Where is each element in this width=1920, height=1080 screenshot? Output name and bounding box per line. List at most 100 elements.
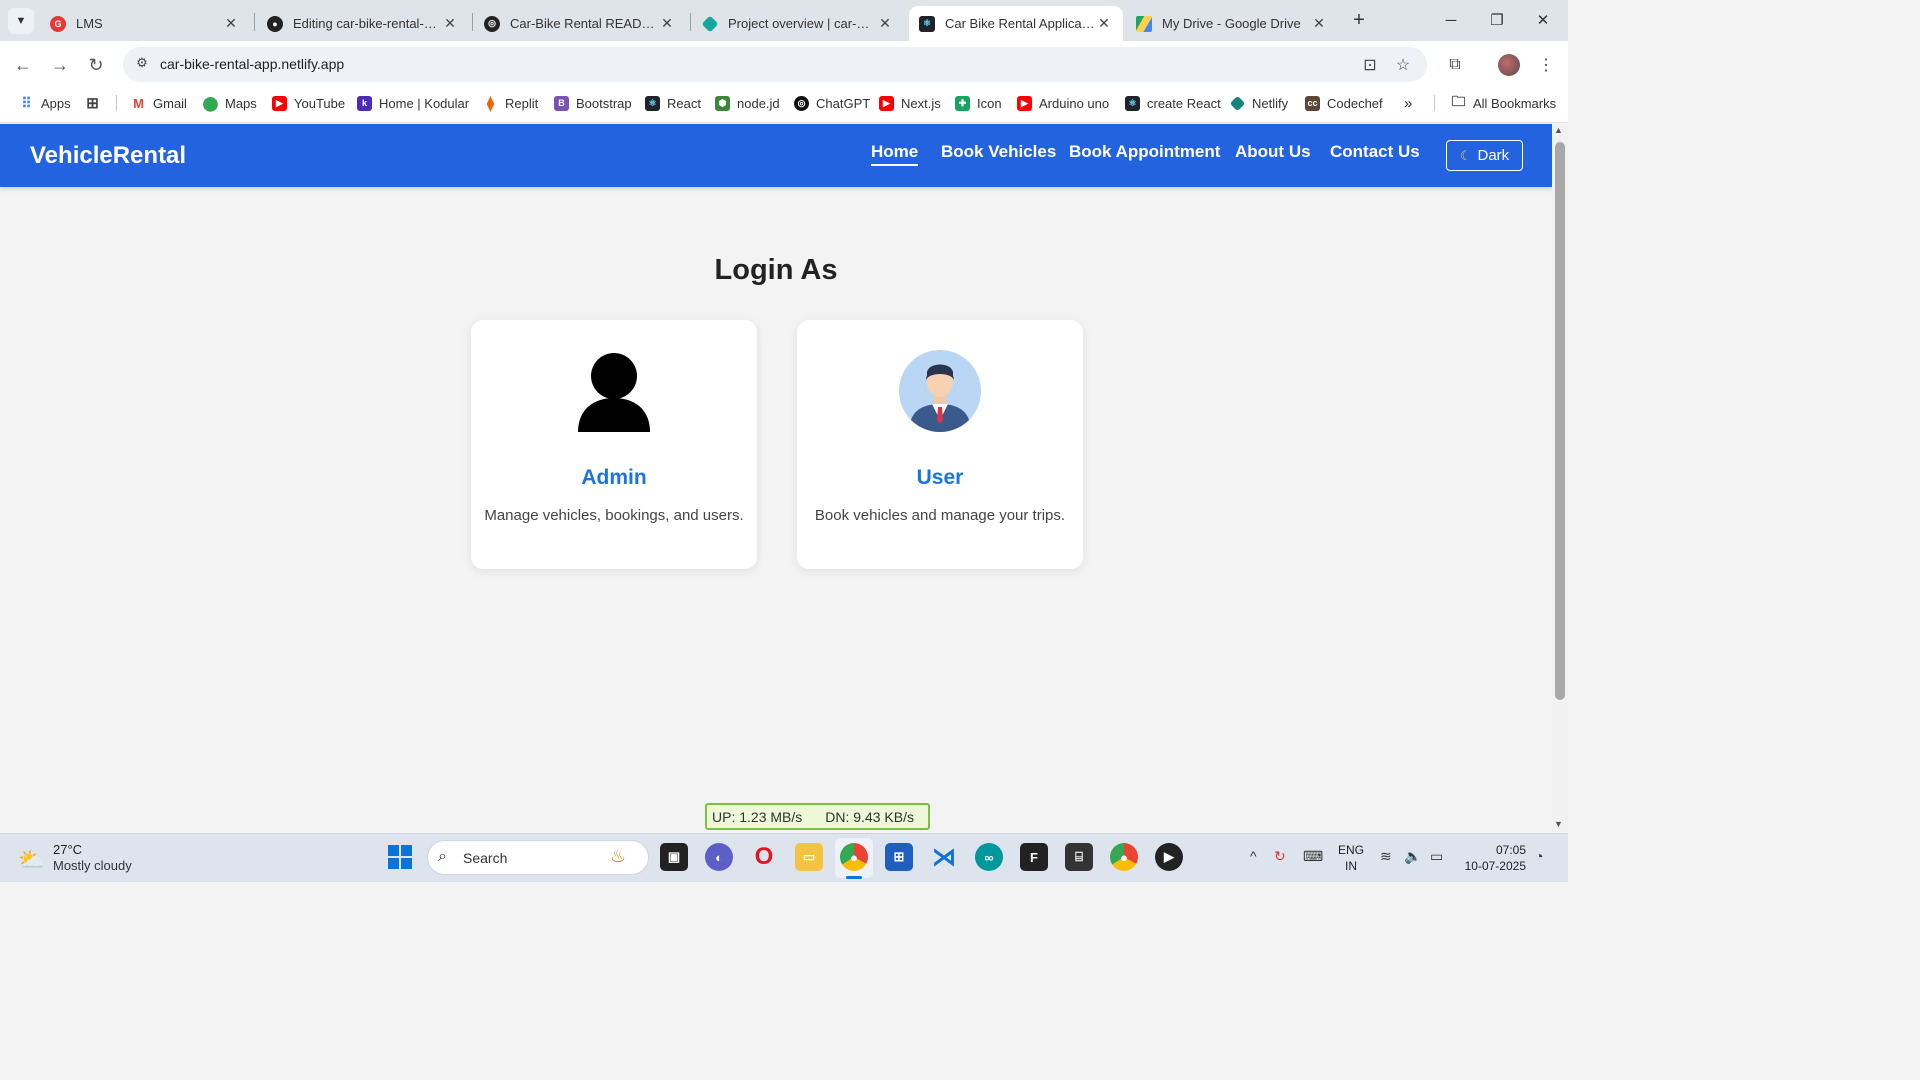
browser-tab[interactable]: ● Editing car-bike-rental-app ✕ xyxy=(257,6,469,41)
address-bar[interactable]: ⚙ car-bike-rental-app.netlify.app xyxy=(123,47,1427,82)
tab-divider xyxy=(254,13,255,31)
bookmarks-overflow-button[interactable]: » xyxy=(1404,94,1412,112)
tab-divider xyxy=(690,13,691,31)
admin-card-description: Manage vehicles, bookings, and users. xyxy=(484,507,744,524)
new-tab-button[interactable]: + xyxy=(1347,8,1371,32)
bookmark-star-icon[interactable]: ☆ xyxy=(1391,53,1415,77)
bookmark-apps[interactable]: ⠿ Apps xyxy=(19,94,70,112)
bookmark-netlify[interactable]: Netlify xyxy=(1229,94,1288,112)
browser-tab[interactable]: My Drive - Google Drive ✕ xyxy=(1126,6,1338,41)
bookmark-divider xyxy=(1434,95,1435,111)
start-button[interactable] xyxy=(388,845,412,869)
nodejs-icon: ⬢ xyxy=(715,95,730,111)
bookmark-react[interactable]: ⚛ React xyxy=(645,94,701,112)
close-icon[interactable]: ✕ xyxy=(876,15,894,32)
scroll-down-arrow[interactable]: ▼ xyxy=(1554,819,1563,829)
menu-kebab-icon[interactable]: ⋮ xyxy=(1534,53,1558,77)
chrome-profile-icon[interactable]: ● xyxy=(1110,843,1138,871)
arrow-right-icon: → xyxy=(51,54,69,75)
bookmark-kodular[interactable]: k Home | Kodular xyxy=(357,94,469,112)
search-icon: ⌕ xyxy=(438,848,447,865)
sync-icon[interactable]: ↻ xyxy=(1274,848,1286,865)
nav-contact-us[interactable]: Contact Us xyxy=(1330,142,1420,162)
bookmark-bootstrap[interactable]: B Bootstrap xyxy=(554,94,632,112)
youtube-icon: ▶ xyxy=(1017,95,1032,111)
opera-icon[interactable]: O xyxy=(750,843,778,871)
battery-icon[interactable]: ▭ xyxy=(1430,848,1443,865)
taskview-app-icon[interactable]: ▣ xyxy=(660,843,688,871)
admin-login-card[interactable]: Admin Manage vehicles, bookings, and use… xyxy=(471,320,757,569)
wifi-icon[interactable]: ≋ xyxy=(1380,848,1392,865)
browser-tab[interactable]: G LMS ✕ xyxy=(40,6,250,41)
bookmark-maps[interactable]: ⬤ Maps xyxy=(203,94,257,112)
browser-tab[interactable]: Project overview | car-bike ✕ xyxy=(692,6,904,41)
teams-chat-icon[interactable]: ◐ xyxy=(705,843,733,871)
store-icon[interactable]: ⊞ xyxy=(885,843,913,871)
scrollbar-thumb[interactable] xyxy=(1555,142,1565,700)
nav-about-us[interactable]: About Us xyxy=(1235,142,1311,162)
react-icon: ⚛ xyxy=(919,15,935,32)
app-icon[interactable]: ⌸ xyxy=(1065,843,1093,871)
keyboard-icon[interactable]: ⌨ xyxy=(1303,848,1323,865)
bookmark-chatgpt[interactable]: ◎ ChatGPT xyxy=(794,94,870,112)
close-icon[interactable]: ✕ xyxy=(1095,15,1113,32)
bookmark-tab-groups[interactable]: ⊞ xyxy=(85,94,107,112)
close-icon[interactable]: ✕ xyxy=(222,15,240,32)
bookmark-gmail[interactable]: M Gmail xyxy=(131,94,187,112)
file-explorer-icon[interactable]: ▭ xyxy=(795,843,823,871)
chrome-icon[interactable]: ● xyxy=(840,843,868,871)
nav-home[interactable]: Home xyxy=(871,142,919,166)
bookmark-nodejs[interactable]: ⬢ node.jd xyxy=(715,94,780,112)
maps-icon: ⬤ xyxy=(202,94,219,111)
extensions-icon[interactable]: ⧉ xyxy=(1443,53,1467,77)
taskbar-search[interactable]: ⌕ Search ♨ xyxy=(427,840,649,875)
download-speed: DN: 9.43 KB/s xyxy=(825,808,914,825)
tab-search-button[interactable]: ▼ xyxy=(8,8,34,34)
minimize-button[interactable]: ─ xyxy=(1428,0,1474,40)
close-icon[interactable]: ✕ xyxy=(1310,15,1328,32)
site-settings-icon[interactable]: ⚙ xyxy=(133,55,151,73)
install-app-icon[interactable]: ⊡ xyxy=(1358,53,1382,77)
bootstrap-icon: B xyxy=(554,95,569,111)
weather-widget[interactable]: ⛅ 27°C Mostly cloudy xyxy=(18,841,158,875)
app-navbar xyxy=(0,124,1552,187)
bookmark-codechef[interactable]: cc Codechef xyxy=(1305,94,1383,112)
figma-icon[interactable]: F xyxy=(1020,843,1048,871)
all-bookmarks-button[interactable]: 🗀 All Bookmarks xyxy=(1451,93,1557,112)
bookmark-arduino[interactable]: ▶ Arduino uno xyxy=(1017,94,1109,112)
close-icon[interactable]: ✕ xyxy=(658,15,676,32)
browser-tab-active[interactable]: ⚛ Car Bike Rental Application ✕ xyxy=(909,6,1123,41)
bookmark-icon[interactable]: ✚ Icon xyxy=(955,94,1002,112)
bookmark-youtube[interactable]: ▶ YouTube xyxy=(272,94,345,112)
scroll-up-arrow[interactable]: ▲ xyxy=(1554,125,1563,135)
browser-tab[interactable]: ◎ Car-Bike Rental README ✕ xyxy=(474,6,686,41)
reload-button[interactable]: ↻ xyxy=(83,52,109,78)
back-button[interactable]: ← xyxy=(10,52,36,78)
media-player-icon[interactable]: ▶ xyxy=(1155,843,1183,871)
lms-icon: G xyxy=(50,15,66,32)
clock[interactable]: 07:05 10-07-2025 xyxy=(1456,842,1526,874)
bookmark-nextjs[interactable]: ▶ Next.js xyxy=(879,94,941,112)
volume-icon[interactable]: 🔈 xyxy=(1404,848,1421,865)
tab-divider xyxy=(472,13,473,31)
active-app-indicator xyxy=(846,876,862,879)
nav-book-appointment[interactable]: Book Appointment xyxy=(1069,142,1220,162)
nav-book-vehicles[interactable]: Book Vehicles xyxy=(941,142,1056,162)
restore-button[interactable]: ❐ xyxy=(1474,0,1520,40)
language-indicator[interactable]: ENG IN xyxy=(1337,842,1365,874)
bookmark-replit[interactable]: ⧫ Replit xyxy=(483,94,538,112)
user-login-card[interactable]: User Book vehicles and manage your trips… xyxy=(797,320,1083,569)
chevron-up-icon[interactable]: ^ xyxy=(1250,848,1257,864)
theme-toggle-button[interactable]: ☾ Dark xyxy=(1446,140,1523,171)
brand-logo[interactable]: VehicleRental xyxy=(30,142,186,170)
vscode-icon[interactable]: ⋊ xyxy=(930,843,958,871)
close-icon[interactable]: ✕ xyxy=(441,15,459,32)
arduino-icon[interactable]: ∞ xyxy=(975,843,1003,871)
notification-icon[interactable]: ◔ xyxy=(1535,848,1543,864)
profile-avatar[interactable] xyxy=(1498,54,1520,76)
bookmark-create-react[interactable]: ⚛ create React xyxy=(1125,94,1221,112)
forward-button[interactable]: → xyxy=(47,52,73,78)
window-close-button[interactable]: ✕ xyxy=(1520,0,1566,40)
url-text: car-bike-rental-app.netlify.app xyxy=(160,56,345,72)
page-title: Login As xyxy=(714,254,838,286)
